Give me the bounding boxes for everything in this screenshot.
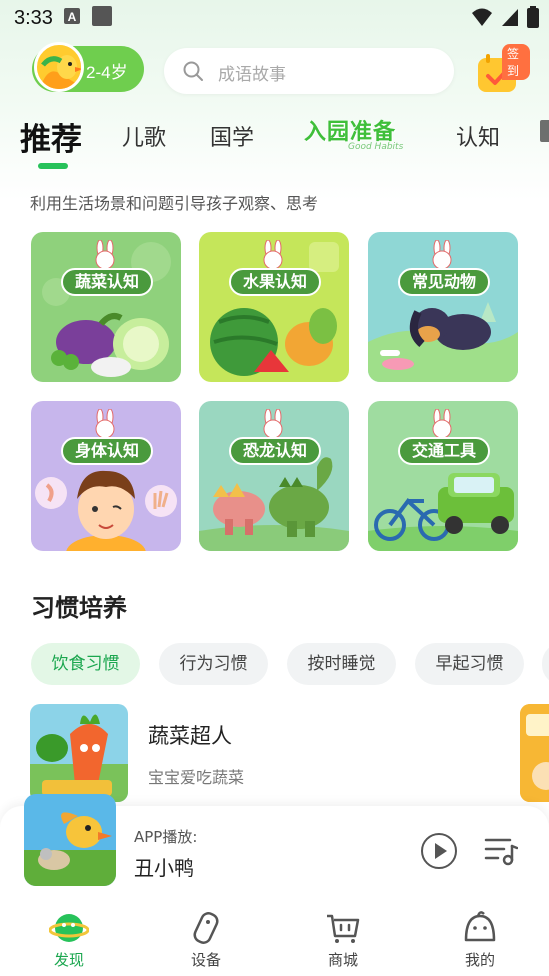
profile-icon [464,911,496,942]
device-icon [193,912,219,944]
svg-text:A: A [68,10,77,24]
play-button[interactable] [420,832,458,870]
status-bar: 3:33 A [0,0,549,36]
card-vegetables-title: 蔬菜认知 [61,268,153,296]
search-placeholder: 成语故事 [218,65,286,85]
tab-recommend[interactable]: 推荐 [20,114,82,159]
notification-a-icon: A [63,6,81,30]
tab-more-partial[interactable] [540,120,549,148]
card-dinosaurs-title: 恐龙认知 [229,437,321,465]
player-source-label: APP播放: [134,828,198,846]
tab-kindergarten-prep-sub: Good Habits [348,142,404,152]
chip-early-rising[interactable]: 早起习惯 [415,643,524,685]
nav-discover[interactable]: 发现 [24,910,114,972]
wifi-icon [471,7,493,32]
player-cover [24,794,116,886]
age-label: 2-4岁 [86,63,128,82]
card-animals[interactable]: 常见动物 [368,232,518,382]
nav-shop-label: 商城 [327,951,358,969]
card-vehicles-title: 交通工具 [398,437,490,465]
category-tabs: 推荐 儿歌 国学 入园准备 Good Habits 认知 [0,110,549,170]
habit-item-title[interactable]: 蔬菜超人 [148,720,232,750]
player-track-title: 丑小鸭 [134,856,194,880]
cart-icon [327,914,360,943]
mini-player[interactable]: APP播放: 丑小鸭 [0,794,549,904]
playlist-button[interactable] [484,836,519,866]
planet-icon [49,914,89,942]
signal-icon [501,7,519,32]
bottom-navigation: 发现 设备 商城 我的 [0,904,549,976]
rabbit-mascot-icon [428,239,456,270]
rabbit-mascot-icon [91,408,119,439]
card-body-title: 身体认知 [61,437,153,465]
tab-kindergarten-prep[interactable]: 入园准备 Good Habits [298,112,418,158]
checkin-button[interactable]: 签到 [474,44,530,98]
habits-section-title: 习惯培养 [31,594,127,622]
tab-cognition[interactable]: 认知 [456,120,500,152]
search-bar[interactable]: 成语故事 [164,48,454,94]
search-icon [183,61,203,81]
duck-avatar [34,42,84,92]
card-dinosaurs[interactable]: 恐龙认知 [199,401,349,551]
carrot-hero-illustration [30,704,128,802]
top-header: 2-4岁 成语故事 签到 [0,40,549,104]
play-icon [421,833,457,869]
rabbit-mascot-icon [259,239,287,270]
nav-device-label: 设备 [190,951,221,969]
chip-more-partial[interactable] [542,643,549,685]
chip-diet-habits[interactable]: 饮食习惯 [31,643,140,685]
playlist-icon [484,838,519,866]
ugly-duckling-cover [24,794,116,886]
recommend-subtitle: 利用生活场景和问题引导孩子观察、思考 [30,194,319,213]
notification-square-icon [91,5,113,32]
checkin-badge: 签到 [502,44,530,80]
card-vehicles[interactable]: 交通工具 [368,401,518,551]
card-fruits-title: 水果认知 [229,268,321,296]
battery-icon [527,6,539,33]
tab-guoxue[interactable]: 国学 [210,120,254,152]
habit-item-thumbnail-partial[interactable] [520,704,549,802]
card-fruits[interactable]: 水果认知 [199,232,349,382]
habit-partial-illustration [520,704,549,802]
rabbit-mascot-icon [91,239,119,270]
habit-item-thumbnail[interactable] [30,704,128,802]
card-body[interactable]: 身体认知 [31,401,181,551]
status-time: 3:33 [14,6,53,29]
tab-songs[interactable]: 儿歌 [122,120,166,152]
chip-behavior-habits[interactable]: 行为习惯 [159,643,268,685]
nav-profile[interactable]: 我的 [435,910,525,972]
rabbit-mascot-icon [259,408,287,439]
rabbit-mascot-icon [428,408,456,439]
habit-item-subtitle: 宝宝爱吃蔬菜 [148,768,245,787]
nav-discover-label: 发现 [53,951,84,969]
card-animals-title: 常见动物 [398,268,490,296]
nav-shop[interactable]: 商城 [298,910,388,972]
nav-profile-label: 我的 [464,951,495,969]
nav-device[interactable]: 设备 [161,910,251,972]
card-vegetables[interactable]: 蔬菜认知 [31,232,181,382]
chip-bedtime-habits[interactable]: 按时睡觉 [287,643,396,685]
active-tab-indicator [38,163,68,169]
